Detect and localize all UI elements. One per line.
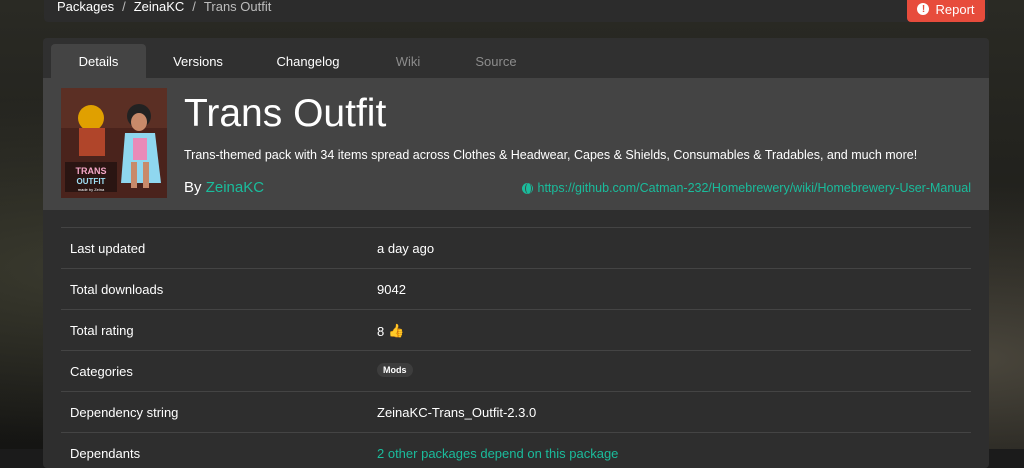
- globe-icon: [521, 182, 533, 194]
- tab-wiki: Wiki: [395, 53, 421, 69]
- package-icon: TRANS OUTFIT made by Zeina: [61, 88, 167, 198]
- details-table: Last updated a day ago Total downloads 9…: [61, 227, 971, 468]
- last-updated-value: a day ago: [377, 241, 435, 256]
- svg-text:TRANS: TRANS: [76, 166, 107, 176]
- report-label: Report: [935, 1, 975, 17]
- svg-text:made by Zeina: made by Zeina: [78, 187, 105, 192]
- dependency-string-value[interactable]: ZeinaKC-Trans_Outfit-2.3.0: [377, 405, 536, 420]
- table-row: Categories Mods: [61, 350, 971, 391]
- total-downloads-label: Total downloads: [70, 282, 164, 297]
- categories-value: Mods: [377, 363, 413, 378]
- table-row: Dependency string ZeinaKC-Trans_Outfit-2…: [61, 391, 971, 432]
- package-title: Trans Outfit: [184, 92, 387, 135]
- table-row: Total downloads 9042: [61, 268, 971, 309]
- breadcrumb-separator: /: [122, 0, 126, 14]
- category-badge[interactable]: Mods: [377, 363, 413, 377]
- tab-source: Source: [475, 53, 517, 69]
- report-button[interactable]: ! Report: [907, 0, 985, 22]
- package-description: Trans-themed pack with 34 items spread a…: [184, 148, 918, 162]
- tab-details[interactable]: Details: [51, 44, 146, 78]
- author-link[interactable]: ZeinaKC: [206, 179, 264, 196]
- table-row: Last updated a day ago: [61, 227, 971, 268]
- dependants-label: Dependants: [70, 446, 141, 461]
- total-downloads-value: 9042: [377, 282, 406, 297]
- dependency-string-label: Dependency string: [70, 405, 179, 420]
- breadcrumb-separator: /: [192, 0, 196, 14]
- svg-text:OUTFIT: OUTFIT: [77, 177, 106, 186]
- categories-label: Categories: [70, 364, 133, 379]
- tab-changelog[interactable]: Changelog: [258, 44, 358, 78]
- table-row: Total rating 8 👍: [61, 309, 971, 350]
- package-card: Details Versions Changelog Wiki Source T…: [43, 38, 989, 468]
- package-author-line: By ZeinaKC: [184, 179, 264, 196]
- table-row: Dependants 2 other packages depend on th…: [61, 432, 971, 468]
- breadcrumb-bar: Packages / ZeinaKC / Trans Outfit ! Report: [44, 0, 988, 22]
- by-label: By: [184, 179, 202, 196]
- alert-icon: !: [917, 3, 930, 15]
- dependants-link[interactable]: 2 other packages depend on this package: [377, 446, 618, 461]
- total-rating-label: Total rating: [70, 323, 134, 338]
- breadcrumb-author[interactable]: ZeinaKC: [134, 0, 185, 14]
- website-link[interactable]: https://github.com/Catman-232/Homebrewer…: [521, 181, 972, 195]
- website-url: https://github.com/Catman-232/Homebrewer…: [537, 181, 972, 195]
- rating-number: 8: [377, 323, 385, 339]
- total-rating-value: 8 👍: [377, 323, 404, 339]
- breadcrumb-current: Trans Outfit: [203, 0, 272, 14]
- last-updated-label: Last updated: [70, 241, 146, 256]
- package-header: TRANS OUTFIT made by Zeina Trans Outfit …: [43, 78, 989, 210]
- breadcrumb: Packages / ZeinaKC / Trans Outfit: [57, 0, 271, 14]
- thumbs-up-icon[interactable]: 👍: [388, 323, 404, 339]
- tab-versions[interactable]: Versions: [153, 44, 243, 78]
- tab-bar: Details Versions Changelog Wiki Source: [43, 38, 989, 78]
- breadcrumb-packages[interactable]: Packages: [57, 0, 114, 14]
